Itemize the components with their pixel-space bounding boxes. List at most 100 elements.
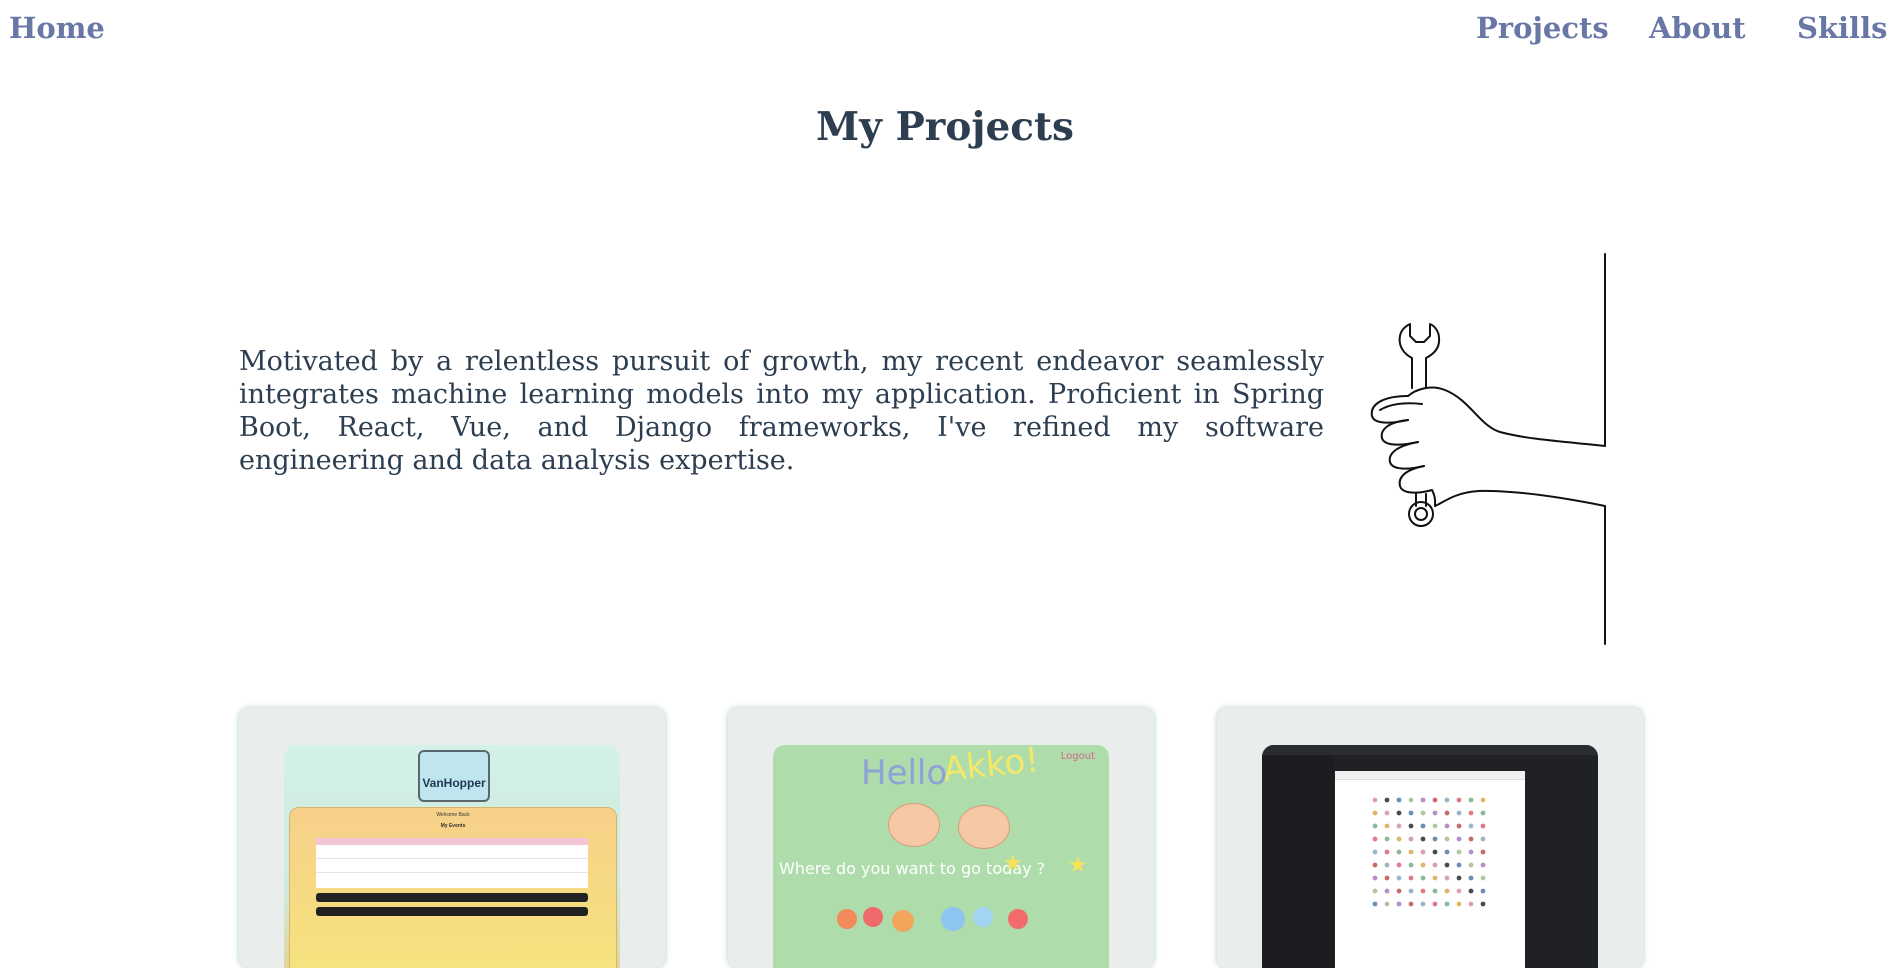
color-dot [1372, 797, 1378, 803]
document-preview [1335, 771, 1525, 968]
color-dot [1468, 875, 1474, 881]
color-dot [1480, 797, 1486, 803]
color-dot [1396, 875, 1402, 881]
hello-text: Hello [861, 753, 948, 793]
color-dot [1396, 797, 1402, 803]
color-dot [1372, 875, 1378, 881]
color-dot [1372, 823, 1378, 829]
color-dot [1432, 901, 1438, 907]
color-dot [1456, 888, 1462, 894]
color-dot [1456, 797, 1462, 803]
nav-projects-link[interactable]: Projects [1476, 10, 1609, 46]
color-dot [1384, 823, 1390, 829]
nav-home-link[interactable]: Home [9, 10, 105, 46]
color-dot [1456, 810, 1462, 816]
color-dot [1480, 810, 1486, 816]
page-title: My Projects [816, 104, 1074, 150]
top-nav: Home Projects About Skills [0, 0, 1890, 56]
color-dot [1444, 901, 1450, 907]
logo-text: VanHopper [422, 776, 486, 790]
color-dot [1444, 836, 1450, 842]
color-dot [1408, 797, 1414, 803]
flowers-decoration [837, 907, 1028, 932]
color-dot [1372, 849, 1378, 855]
project-thumbnail: VanHopper Welcome Back My Events [284, 745, 620, 968]
events-panel: Welcome Back My Events [289, 807, 617, 968]
project-card-vanhopper[interactable]: VanHopper Welcome Back My Events [239, 708, 665, 968]
color-dot-grid [1372, 797, 1486, 907]
color-dot [1456, 836, 1462, 842]
child-face [958, 805, 1010, 849]
color-dot [1420, 862, 1426, 868]
color-dot [1384, 888, 1390, 894]
color-dot [1468, 901, 1474, 907]
color-dot [1444, 875, 1450, 881]
child-face [888, 803, 940, 847]
color-dot [1372, 810, 1378, 816]
color-dot [1456, 823, 1462, 829]
star-icon: ★ [1068, 853, 1088, 878]
color-dot [1480, 888, 1486, 894]
browser-topbar [1262, 745, 1598, 755]
project-card-hello-akko[interactable]: Hello Akko! Logout Where do you want to … [728, 708, 1154, 968]
color-dot [1420, 875, 1426, 881]
color-dot [1432, 823, 1438, 829]
color-dot [1444, 797, 1450, 803]
color-dot [1456, 862, 1462, 868]
akko-text: Akko! [941, 745, 1041, 790]
color-dot [1408, 836, 1414, 842]
color-dot [1456, 849, 1462, 855]
color-dot [1408, 901, 1414, 907]
color-dot [1444, 862, 1450, 868]
color-dot [1372, 901, 1378, 907]
color-dot [1444, 810, 1450, 816]
color-dot [1384, 862, 1390, 868]
color-dot [1372, 888, 1378, 894]
color-dot [1420, 849, 1426, 855]
hand-wrench-illustration [1360, 250, 1610, 645]
color-dot [1420, 810, 1426, 816]
color-dot [1372, 836, 1378, 842]
color-dot [1432, 862, 1438, 868]
color-dot [1480, 862, 1486, 868]
nav-skills-link[interactable]: Skills [1797, 10, 1887, 46]
color-dot [1408, 875, 1414, 881]
project-thumbnail [1262, 745, 1598, 968]
color-dot [1480, 849, 1486, 855]
color-dot [1468, 888, 1474, 894]
project-thumbnail: Hello Akko! Logout Where do you want to … [773, 745, 1109, 968]
color-dot [1384, 849, 1390, 855]
color-dot [1480, 836, 1486, 842]
color-dot [1396, 862, 1402, 868]
events-table [316, 838, 588, 888]
color-dot [1420, 823, 1426, 829]
color-dot [1420, 901, 1426, 907]
color-dot [1444, 888, 1450, 894]
editor-sidebar [1262, 755, 1334, 968]
color-dot [1468, 862, 1474, 868]
nav-about-link[interactable]: About [1649, 10, 1746, 46]
color-dot [1420, 836, 1426, 842]
color-dot [1372, 862, 1378, 868]
panel-subheading: My Events [440, 823, 466, 829]
color-dot [1384, 797, 1390, 803]
color-dot [1408, 849, 1414, 855]
color-dot [1396, 849, 1402, 855]
color-dot [1384, 810, 1390, 816]
color-dot [1432, 875, 1438, 881]
color-dot [1444, 849, 1450, 855]
color-dot [1420, 797, 1426, 803]
star-icon: ★ [1003, 851, 1023, 876]
color-dot [1432, 810, 1438, 816]
project-card-color-grid[interactable] [1217, 708, 1643, 968]
color-dot [1396, 888, 1402, 894]
color-dot [1396, 901, 1402, 907]
color-dot [1468, 836, 1474, 842]
color-dot [1408, 810, 1414, 816]
color-dot [1396, 810, 1402, 816]
color-dot [1432, 849, 1438, 855]
color-dot [1432, 836, 1438, 842]
color-dot [1408, 823, 1414, 829]
action-bar [316, 907, 588, 916]
color-dot [1468, 797, 1474, 803]
